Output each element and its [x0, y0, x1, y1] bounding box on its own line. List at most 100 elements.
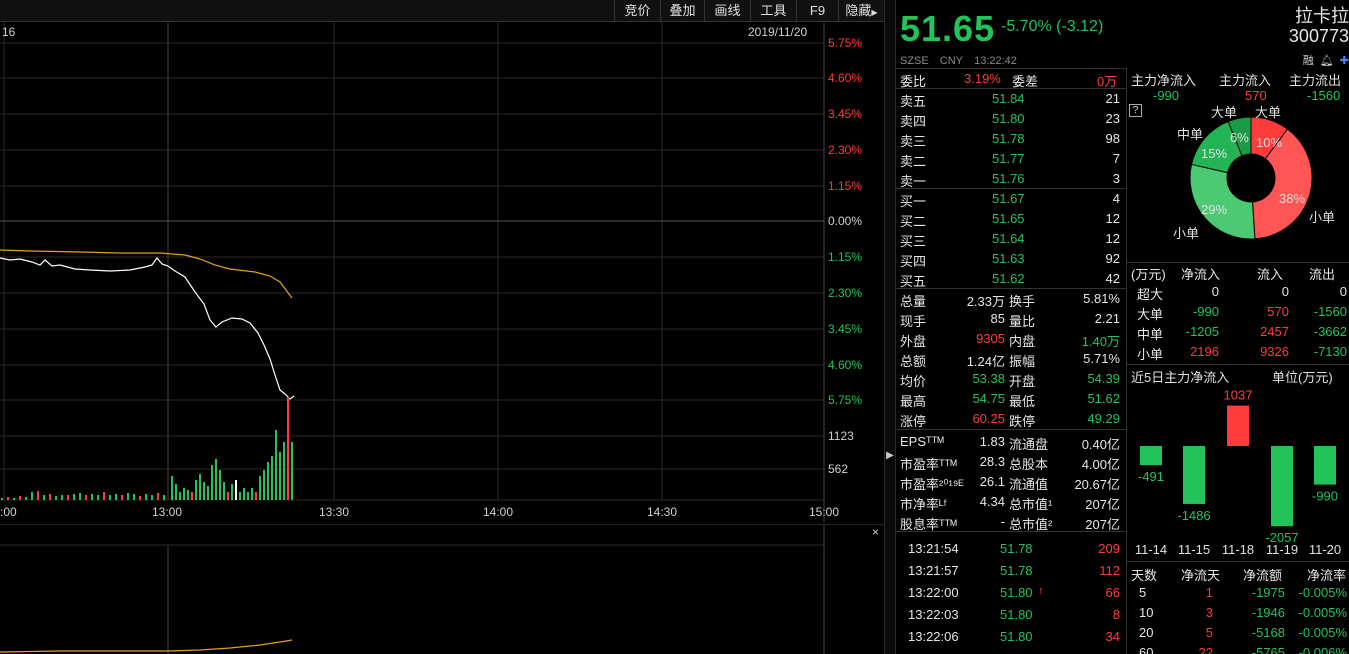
valuation-value: 20.67亿 [1074, 477, 1120, 492]
draw-line-button[interactable]: 画线 [704, 0, 750, 22]
days-net-rate: -0.005% [1298, 605, 1347, 620]
valuation-row: 市盈率ᵀᵀᴹ 28.3 总股本 4.00亿 [896, 452, 1126, 472]
days-net-amount: -5765 [1251, 645, 1285, 654]
collapse-arrow-icon[interactable]: ▶ [885, 450, 895, 461]
ask-row[interactable]: 卖五 51.84 21 [896, 89, 1126, 109]
stat-value: 51.62 [1087, 391, 1120, 406]
main-inflow-label: 主力流入 [1219, 73, 1272, 88]
bid-row[interactable]: 买一 51.67 4 [896, 189, 1126, 209]
chart-left-label: 16 [2, 25, 16, 39]
indicator-line [0, 639, 293, 653]
close-icon[interactable]: × [872, 525, 879, 539]
auction-button[interactable]: 竞价 [614, 0, 660, 22]
flow-table-header: 流入 [1257, 267, 1284, 282]
stat-label: 总量 [900, 294, 927, 309]
bid-row[interactable]: 买二 51.65 12 [896, 209, 1126, 229]
ask-row[interactable]: 卖四 51.80 23 [896, 109, 1126, 129]
indicator-subchart[interactable]: × [0, 524, 884, 654]
stat-value: 54.75 [972, 391, 1005, 406]
intraday-chart-panel[interactable]: 竞价 叠加 画线 工具 F9 隐藏▶ 16 2019/11/20 5.75% 4… [0, 0, 884, 654]
stat-value: 1.40万 [1081, 334, 1120, 349]
flow-row-in: 9326 [1260, 344, 1289, 359]
stat-label: 最低 [1009, 394, 1036, 409]
pct-label-down-1: 1.15% [828, 250, 862, 264]
ask-row[interactable]: 卖一 51.76 3 [896, 169, 1126, 189]
margin-icon[interactable]: 融 [1303, 55, 1314, 67]
valuation-label: 市盈率ᵀᵀᴹ [900, 457, 957, 472]
pct-label-down-3: 3.45% [828, 322, 862, 336]
pct-label-up-4: 2.30% [828, 143, 862, 157]
header-icons: 融 🔔︎ ✚ [1300, 52, 1349, 68]
five-day-value-label: -1486 [1177, 508, 1210, 523]
stat-value: 85 [990, 311, 1005, 326]
stat-row: 最高 54.75 最低 51.62 [896, 389, 1126, 409]
valuation-label: 市净率ᴸᶠ [900, 497, 947, 512]
flow-row-net: 0 [1211, 284, 1219, 299]
stat-row: 涨停 60.25 跌停 49.29 [896, 409, 1126, 429]
grid [0, 22, 825, 522]
ask-volume: 23 [1105, 111, 1120, 126]
days-net-days: 22 [1198, 645, 1213, 654]
tools-button[interactable]: 工具 [750, 0, 796, 22]
chart-toolbar: 竞价 叠加 画线 工具 F9 隐藏▶ [0, 0, 884, 22]
flow-table-header: (万元) [1131, 267, 1166, 282]
panel-divider[interactable] [884, 0, 896, 654]
tick-row: 13:21:54 51.78 209 [896, 539, 1126, 559]
stat-value: 2.33万 [966, 294, 1005, 309]
last-price: 51.65 [900, 8, 996, 49]
tick-volume: 209 [1098, 541, 1120, 556]
tick-volume: 8 [1112, 607, 1120, 622]
ask-volume: 3 [1112, 171, 1120, 186]
ask-price: 51.78 [992, 131, 1025, 146]
bid-volume: 12 [1105, 231, 1120, 246]
ask-row[interactable]: 卖二 51.77 7 [896, 149, 1126, 169]
bid-price: 51.63 [992, 251, 1025, 266]
stat-value: 2.21 [1094, 311, 1120, 326]
pct-label-zero: 0.00% [828, 214, 862, 228]
bid-row[interactable]: 买四 51.63 92 [896, 249, 1126, 269]
valuation-value: 26.1 [979, 474, 1005, 489]
overlay-button[interactable]: 叠加 [660, 0, 704, 22]
bid-volume: 4 [1112, 191, 1120, 206]
vol-label-2: 562 [828, 462, 848, 476]
hide-button[interactable]: 隐藏▶ [838, 0, 884, 22]
stat-row: 现手 85 量比 2.21 [896, 309, 1126, 329]
pie-pct-10: 10% [1256, 135, 1283, 150]
bid-volume: 12 [1105, 211, 1120, 226]
valuation-label: 总股本 [1009, 457, 1049, 472]
bid-price: 51.62 [992, 271, 1025, 286]
pct-label-down-5: 5.75% [828, 393, 862, 407]
time-label-6: 15:00 [809, 505, 839, 519]
price-chart[interactable]: 16 2019/11/20 5.75% 4.60% 3.45% 2.30% 1.… [0, 22, 884, 522]
five-day-bar [1227, 405, 1249, 446]
time-label-2: 13:00 [152, 505, 182, 519]
plus-icon[interactable]: ✚ [1340, 55, 1349, 67]
stat-label: 均价 [900, 374, 927, 389]
pct-label-down-2: 2.30% [828, 286, 862, 300]
stat-label: 涨停 [900, 414, 927, 429]
bid-price: 51.64 [992, 231, 1025, 246]
time-label-5: 14:30 [647, 505, 677, 519]
stock-name: 拉卡拉 [1295, 6, 1349, 26]
quote-panel: 委比 3.19% 委差 0万 卖五 51.84 21 卖四 51.80 23 卖三 51.78… [896, 68, 1126, 654]
stat-label: 换手 [1009, 294, 1036, 309]
pct-label-up-1: 5.75% [828, 36, 862, 50]
f9-button[interactable]: F9 [796, 0, 838, 22]
exchange: SZSE [900, 55, 929, 67]
tick-row: 13:21:57 51.78 112 [896, 561, 1126, 581]
tick-price: 51.80 [1000, 607, 1033, 622]
valuation-value: 1.83 [979, 434, 1005, 449]
five-day-unit: 单位(万元) [1272, 370, 1333, 385]
five-day-value-label: 1037 [1224, 388, 1253, 403]
stat-value: 53.38 [972, 371, 1005, 386]
bell-icon[interactable]: 🔔︎ [1320, 55, 1334, 67]
five-day-date-label: 11-14 [1135, 542, 1167, 557]
bid-row[interactable]: 买五 51.62 42 [896, 269, 1126, 289]
valuation-value: - [1000, 514, 1005, 529]
ask-row[interactable]: 卖三 51.78 98 [896, 129, 1126, 149]
days-count: 20 [1139, 625, 1154, 640]
bid-volume: 92 [1105, 251, 1120, 266]
bid-row[interactable]: 买三 51.64 12 [896, 229, 1126, 249]
flow-row-out: -7130 [1313, 344, 1347, 359]
weibi-row: 委比 3.19% 委差 0万 [896, 69, 1126, 89]
